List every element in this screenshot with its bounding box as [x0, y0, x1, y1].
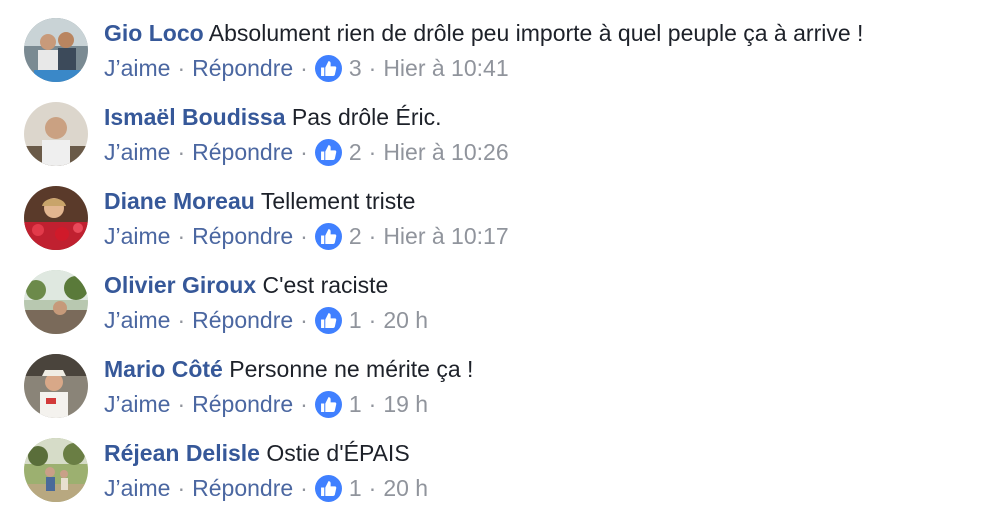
comment-body: Gio Loco Absolument rien de drôle peu im…: [104, 18, 863, 48]
comment-item: Réjean Delisle Ostie d'ÉPAIS J’aime · Ré…: [0, 420, 1002, 504]
separator: ·: [368, 307, 377, 333]
comment-timestamp[interactable]: Hier à 10:41: [383, 53, 508, 83]
comment-actions: J’aime · Répondre · 1 · 20 h: [104, 305, 428, 335]
comment-item: Gio Loco Absolument rien de drôle peu im…: [0, 0, 1002, 84]
reply-link[interactable]: Répondre: [192, 221, 293, 251]
separator: ·: [177, 223, 186, 249]
reply-link[interactable]: Répondre: [192, 53, 293, 83]
separator: ·: [300, 391, 308, 417]
comment-text: C'est raciste: [262, 272, 389, 298]
like-link[interactable]: J’aime: [104, 305, 170, 335]
comment-item: Mario Côté Personne ne mérite ça ! J’aim…: [0, 336, 1002, 420]
comment-author[interactable]: Diane Moreau: [104, 188, 255, 214]
comment-text: Tellement triste: [260, 188, 416, 214]
separator: ·: [300, 139, 308, 165]
comment-author[interactable]: Mario Côté: [104, 356, 223, 382]
comment-author[interactable]: Gio Loco: [104, 20, 204, 46]
comment-author[interactable]: Ismaël Boudissa: [104, 104, 286, 130]
like-link[interactable]: J’aime: [104, 473, 170, 503]
thumbs-up-icon[interactable]: [314, 474, 342, 502]
comment-timestamp[interactable]: 20 h: [383, 473, 428, 503]
comment-body: Réjean Delisle Ostie d'ÉPAIS: [104, 438, 410, 468]
like-count[interactable]: 2: [349, 137, 362, 167]
separator: ·: [368, 391, 377, 417]
like-link[interactable]: J’aime: [104, 53, 170, 83]
comment-actions: J’aime · Répondre · 1 · 19 h: [104, 389, 428, 419]
comment-body: Olivier Giroux C'est raciste: [104, 270, 388, 300]
comment-timestamp[interactable]: Hier à 10:26: [383, 137, 508, 167]
comment-text: Absolument rien de drôle peu importe à q…: [208, 20, 864, 46]
comment-item: Olivier Giroux C'est raciste J’aime · Ré…: [0, 252, 1002, 336]
separator: ·: [177, 139, 186, 165]
separator: ·: [177, 475, 186, 501]
avatar[interactable]: [24, 186, 88, 250]
comment-item: Diane Moreau Tellement triste J’aime · R…: [0, 168, 1002, 252]
comment-actions: J’aime · Répondre · 3 · Hier à 10:41: [104, 53, 509, 83]
separator: ·: [300, 55, 308, 81]
comment-author[interactable]: Olivier Giroux: [104, 272, 256, 298]
separator: ·: [177, 307, 186, 333]
comment-actions: J’aime · Répondre · 2 · Hier à 10:26: [104, 137, 509, 167]
comment-timestamp[interactable]: Hier à 10:17: [383, 221, 508, 251]
separator: ·: [368, 475, 377, 501]
avatar[interactable]: [24, 438, 88, 502]
like-count[interactable]: 1: [349, 305, 362, 335]
comment-author[interactable]: Réjean Delisle: [104, 440, 260, 466]
like-link[interactable]: J’aime: [104, 137, 170, 167]
reply-link[interactable]: Répondre: [192, 137, 293, 167]
separator: ·: [368, 139, 377, 165]
separator: ·: [300, 475, 308, 501]
separator: ·: [177, 391, 186, 417]
like-link[interactable]: J’aime: [104, 389, 170, 419]
reply-link[interactable]: Répondre: [192, 473, 293, 503]
comment-list: Gio Loco Absolument rien de drôle peu im…: [0, 0, 1002, 514]
separator: ·: [300, 307, 308, 333]
like-count[interactable]: 1: [349, 473, 362, 503]
thumbs-up-icon[interactable]: [314, 54, 342, 82]
avatar[interactable]: [24, 18, 88, 82]
reply-link[interactable]: Répondre: [192, 305, 293, 335]
like-count[interactable]: 1: [349, 389, 362, 419]
comment-timestamp[interactable]: 20 h: [383, 305, 428, 335]
comment-actions: J’aime · Répondre · 2 · Hier à 10:17: [104, 221, 509, 251]
thumbs-up-icon[interactable]: [314, 306, 342, 334]
comment-text: Pas drôle Éric.: [291, 104, 442, 130]
comment-item: Ismaël Boudissa Pas drôle Éric. J’aime ·…: [0, 84, 1002, 168]
comment-timestamp[interactable]: 19 h: [383, 389, 428, 419]
comment-body: Ismaël Boudissa Pas drôle Éric.: [104, 102, 441, 132]
like-link[interactable]: J’aime: [104, 221, 170, 251]
avatar[interactable]: [24, 354, 88, 418]
separator: ·: [177, 55, 186, 81]
separator: ·: [368, 223, 377, 249]
comment-text: Ostie d'ÉPAIS: [266, 440, 410, 466]
separator: ·: [300, 223, 308, 249]
thumbs-up-icon[interactable]: [314, 390, 342, 418]
comment-body: Diane Moreau Tellement triste: [104, 186, 415, 216]
like-count[interactable]: 3: [349, 53, 362, 83]
comment-text: Personne ne mérite ça !: [229, 356, 474, 382]
avatar[interactable]: [24, 102, 88, 166]
reply-link[interactable]: Répondre: [192, 389, 293, 419]
avatar[interactable]: [24, 270, 88, 334]
separator: ·: [368, 55, 377, 81]
thumbs-up-icon[interactable]: [314, 222, 342, 250]
like-count[interactable]: 2: [349, 221, 362, 251]
thumbs-up-icon[interactable]: [314, 138, 342, 166]
comment-actions: J’aime · Répondre · 1 · 20 h: [104, 473, 428, 503]
comment-body: Mario Côté Personne ne mérite ça !: [104, 354, 473, 384]
